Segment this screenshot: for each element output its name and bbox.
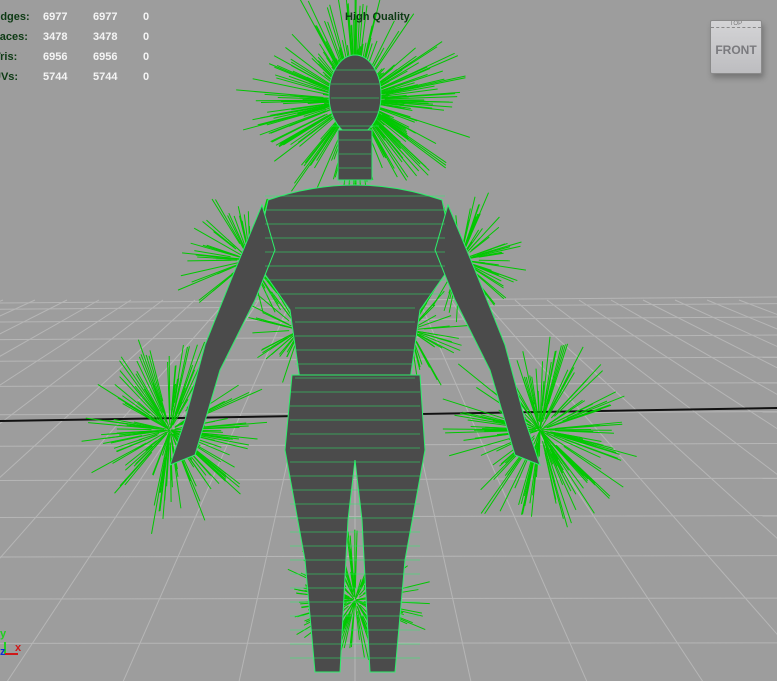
normal-line [382, 75, 466, 95]
grid-line [0, 299, 100, 357]
grid-line [0, 299, 164, 425]
hud-value: 0 [143, 71, 150, 83]
hud-value: 5744 [43, 71, 68, 83]
mesh-neck [337, 129, 373, 181]
normal-line [103, 435, 143, 444]
normal-line [151, 457, 166, 534]
hud-value: 0 [143, 11, 150, 23]
normal-line [177, 267, 233, 291]
hud-value: 3478 [93, 31, 118, 43]
hud-value: 0 [143, 51, 150, 63]
normal-line [540, 431, 564, 486]
normal-line [91, 442, 147, 474]
quality-label: High Quality [345, 11, 410, 23]
view-cube[interactable]: TOP FRONT [710, 20, 762, 74]
hud-value: 5744 [93, 71, 118, 83]
hud-value: 3478 [43, 31, 68, 43]
axis-y-label: y [0, 628, 7, 640]
hud-value: 6977 [93, 11, 118, 23]
normal-line [291, 33, 336, 80]
grid-line [0, 299, 68, 335]
normal-line [559, 434, 637, 458]
normal-line [202, 244, 237, 257]
mesh-head [328, 54, 382, 136]
normal-line [124, 445, 153, 471]
normal-line [120, 356, 162, 418]
grid-line [0, 299, 36, 317]
normal-line [213, 231, 237, 250]
mesh-right-arm [434, 203, 541, 466]
normal-line [252, 330, 290, 334]
normal-line [484, 448, 529, 515]
hud-label: Edges: [0, 11, 30, 23]
axis-x-label: x [15, 642, 22, 654]
view-cube-top[interactable]: TOP [711, 21, 761, 28]
hud-label: Tris: [0, 51, 18, 63]
viewport[interactable] [0, 0, 777, 681]
grid-line [0, 299, 132, 386]
normal-line [116, 428, 152, 431]
view-cube-front[interactable]: FRONT [711, 43, 761, 57]
hud-label: UVs: [0, 71, 19, 83]
hud-label: Faces: [0, 31, 28, 43]
normal-line [168, 356, 171, 411]
axis-gizmo: y z x [0, 628, 40, 668]
hud-value: 6956 [93, 51, 118, 63]
grid-line [0, 299, 4, 302]
hud-value: 6956 [43, 51, 68, 63]
normal-line [354, 530, 358, 589]
mesh-torso [254, 184, 456, 381]
axis-z-label: z [0, 646, 6, 658]
hud-value: 6977 [43, 11, 68, 23]
hud-value: 0 [143, 31, 150, 43]
